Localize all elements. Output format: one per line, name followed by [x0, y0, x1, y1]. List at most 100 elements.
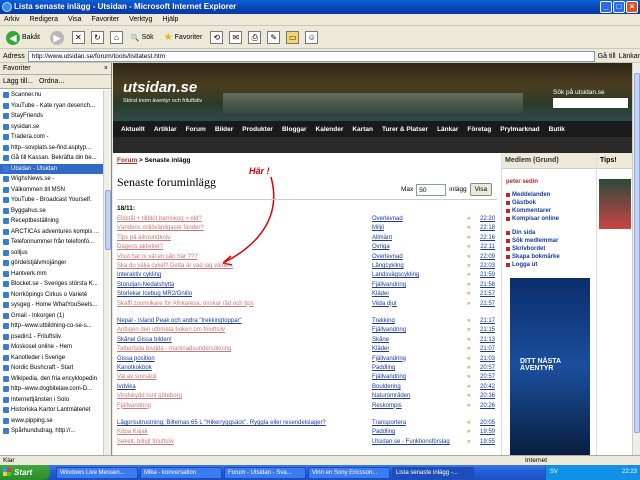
category-link[interactable]: Naturområden [372, 392, 410, 400]
thread-link[interactable]: Nepal - Island Peak och andra "trekkingt… [117, 317, 242, 325]
category-link[interactable]: Vilda djur [372, 300, 397, 308]
favorite-item[interactable]: Gå till Kassan. Bekräfta din be... [0, 153, 104, 164]
nav-link[interactable]: Prylmarknad [500, 126, 539, 133]
nav-link[interactable]: Turer & Platser [382, 126, 428, 133]
favorite-item[interactable]: Utsidan - Utsidan [0, 163, 104, 174]
show-button[interactable]: Visa [469, 183, 493, 196]
thread-link[interactable]: Tattenfalla bivdda - marknadsundersöknin… [117, 345, 231, 353]
favorite-item[interactable]: Moskosel online - Hem [0, 342, 104, 353]
refresh-icon[interactable]: ↻ [90, 31, 104, 44]
category-link[interactable]: Trekking [372, 317, 395, 325]
thread-link[interactable]: Val av sovsäck [117, 373, 157, 381]
favorite-item[interactable]: www.pipping.se [0, 416, 104, 427]
post-time[interactable]: 19:55 [473, 438, 495, 446]
thread-link[interactable]: Kanotkokbok [117, 364, 152, 372]
category-link[interactable]: Miljö [372, 224, 384, 232]
close-icon[interactable]: × [104, 63, 108, 75]
post-time[interactable]: 21:57 [473, 290, 495, 298]
favorite-item[interactable]: Välkommen till MSN [0, 185, 104, 196]
category-link[interactable]: Fjällvandring [372, 326, 406, 334]
stop-icon[interactable]: ✕ [71, 31, 85, 44]
category-link[interactable]: Utsidan.se - Funktionsförslag [372, 438, 450, 446]
thread-link[interactable]: Lågprisutrustning: Biltemas 65 L "Hikerr… [117, 419, 326, 427]
forward-button[interactable]: ▶ [48, 29, 66, 47]
favorite-item[interactable]: Tradera.com - [0, 132, 104, 143]
favorite-item[interactable]: Gmail - Inkorgen (1) [0, 311, 104, 322]
search-button[interactable]: 🔍 Sök [129, 29, 156, 47]
start-button[interactable]: Start [0, 465, 50, 480]
favorite-item[interactable]: http--www.utbildning-co-se-s... [0, 321, 104, 332]
menu-arkiv[interactable]: Arkiv [4, 16, 20, 23]
back-button[interactable]: ◀ Bakåt [4, 29, 42, 47]
member-link[interactable]: Din sida [506, 229, 596, 237]
nav-link[interactable]: Aktuellt [121, 126, 145, 133]
thread-link[interactable]: Interaktiv cykling [117, 271, 161, 279]
messenger-icon[interactable]: ☺ [305, 31, 319, 44]
favorite-item[interactable]: Kanotleder i Sverige [0, 353, 104, 364]
favorite-item[interactable]: Internettjänsten i Solo [0, 395, 104, 406]
favorite-item[interactable]: Nordic Bushcraft - Start [0, 363, 104, 374]
category-link[interactable]: Fjällvandring [372, 373, 406, 381]
nav-link[interactable]: Länkar [437, 126, 458, 133]
favorite-item[interactable]: Norrköpings Cirkus o Varieté [0, 290, 104, 301]
favorite-item[interactable]: Blocket.se - Sveriges största K... [0, 279, 104, 290]
thread-link[interactable]: Storuljan-Nedalshytta [117, 281, 174, 289]
favorite-item[interactable]: YouTube - Broadcast Yourself. [0, 195, 104, 206]
maximize-button[interactable]: □ [613, 1, 625, 13]
thread-link[interactable]: Visst har ni väl en sån här ??? [117, 253, 198, 261]
thread-link[interactable]: Gissa position [117, 355, 155, 363]
organize-favorites-button[interactable]: Ordna... [39, 78, 64, 85]
menu-hjalp[interactable]: Hjälp [162, 16, 178, 23]
post-time[interactable]: 19:59 [473, 428, 495, 436]
favorite-item[interactable]: StayFriends [0, 111, 104, 122]
post-time[interactable]: 21:59 [473, 271, 495, 279]
mail-icon[interactable]: ✉ [229, 31, 243, 44]
taskbar-task[interactable]: Lista senaste inlägg -... [392, 466, 474, 479]
favorite-item[interactable]: Wikipedia, den fria encyklopedin [0, 374, 104, 385]
thread-link[interactable]: Antligen den utbmata boken om friluftsli… [117, 326, 225, 334]
thread-link[interactable]: Skånel Gissa bilden! [117, 336, 172, 344]
post-time[interactable]: 21:13 [473, 336, 495, 344]
links-button[interactable]: Länkar [619, 53, 640, 60]
menu-favoriter[interactable]: Favoriter [91, 16, 119, 23]
favorite-item[interactable]: WighsNews.se - [0, 174, 104, 185]
category-link[interactable]: Allmänt [372, 234, 392, 242]
taskbar-task[interactable]: Windows Live Messen... [56, 466, 138, 479]
post-time[interactable]: 20:57 [473, 373, 495, 381]
thread-link[interactable]: Fjällvandring [117, 402, 151, 410]
member-link[interactable]: Sök medlemmar [506, 237, 596, 245]
nav-link[interactable]: Produkter [242, 126, 273, 133]
taskbar-task[interactable]: Mika - konversation [140, 466, 222, 479]
favorite-item[interactable]: Receptbeställning [0, 216, 104, 227]
favorite-item[interactable]: Hantverk.mm [0, 269, 104, 280]
member-name[interactable]: peter sedin [506, 179, 596, 185]
category-link[interactable]: Landsvägscykling [372, 271, 419, 279]
nav-link[interactable]: Kalender [316, 126, 344, 133]
thread-link[interactable]: Ivdvika [117, 383, 136, 391]
post-time[interactable]: 21:03 [473, 355, 495, 363]
favorite-item[interactable]: http--www.dogbitelaw.com-D... [0, 384, 104, 395]
taskbar-task[interactable]: Forum - Utsidan - Sva... [224, 466, 306, 479]
favorite-item[interactable]: sysidan.se [0, 122, 104, 133]
category-link[interactable]: Bouldering [372, 383, 401, 391]
member-link[interactable]: Logga ut [506, 261, 596, 269]
thread-link[interactable]: Skaffi zoomiikare för Afrikaresa, önskar… [117, 300, 254, 308]
tips-image[interactable] [599, 179, 631, 229]
post-time[interactable]: 21:15 [473, 326, 495, 334]
advert-banner[interactable]: DITT NÄSTA ÄVENTYR [510, 278, 590, 455]
folder-icon[interactable]: ▭ [286, 31, 300, 44]
max-posts-input[interactable]: 50 [416, 183, 447, 196]
post-time[interactable]: 21:17 [473, 317, 495, 325]
post-time[interactable]: 20:36 [473, 392, 495, 400]
category-link[interactable]: Paddling [372, 428, 395, 436]
favorites-button[interactable]: ★ Favoriter [162, 29, 205, 47]
taskbar-task[interactable]: Vinn en Sony Ericsson... [308, 466, 390, 479]
menu-verktyg[interactable]: Verktyg [129, 16, 152, 23]
language-indicator[interactable]: SV [550, 469, 558, 475]
favorite-item[interactable]: http--sovplats.se-find.asptyp... [0, 143, 104, 154]
add-favorite-button[interactable]: Lägg till... [3, 78, 33, 85]
member-link[interactable]: Kommentarer [506, 207, 596, 215]
favorite-item[interactable]: sysgeg - Home WhatYouSeeIs... [0, 300, 104, 311]
menu-redigera[interactable]: Redigera [30, 16, 58, 23]
category-link[interactable]: Överlevnad [372, 215, 403, 223]
